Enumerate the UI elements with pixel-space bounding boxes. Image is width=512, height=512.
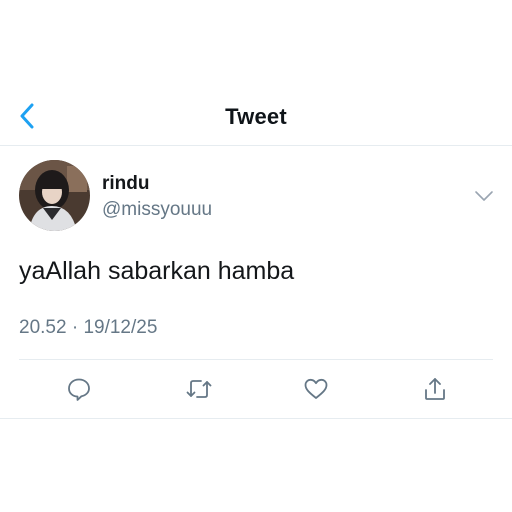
bottom-divider xyxy=(0,418,512,419)
user-handle[interactable]: @missyouuu xyxy=(102,199,212,221)
like-button[interactable] xyxy=(301,374,331,404)
meta-separator: · xyxy=(71,317,79,338)
retweet-button[interactable] xyxy=(184,374,214,404)
chevron-down-icon xyxy=(475,191,493,201)
header-bar: Tweet xyxy=(0,88,512,146)
display-name[interactable]: rindu xyxy=(102,173,150,195)
tweet-date: 19/12/25 xyxy=(83,317,158,338)
retweet-icon xyxy=(186,380,212,398)
divider xyxy=(19,359,493,360)
share-button[interactable] xyxy=(420,374,450,404)
avatar[interactable] xyxy=(19,160,90,231)
tweet-text: yaAllah sabarkan hamba xyxy=(19,257,295,285)
like-icon xyxy=(304,378,328,399)
share-icon xyxy=(425,378,445,400)
tweet-options-button[interactable] xyxy=(472,186,496,206)
reply-icon xyxy=(68,378,90,401)
page-title: Tweet xyxy=(225,104,287,129)
tweet-timestamp: 20.52 · 19/12/25 xyxy=(19,317,157,339)
reply-button[interactable] xyxy=(64,374,94,404)
avatar-image xyxy=(19,160,90,231)
tweet-time: 20.52 xyxy=(19,317,67,338)
